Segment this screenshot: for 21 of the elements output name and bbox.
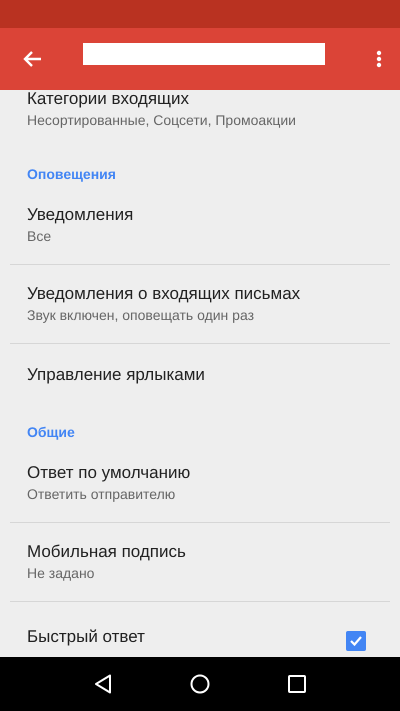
setting-value: Все xyxy=(27,227,52,246)
section-header: Общие xyxy=(26,423,76,442)
setting-title[interactable]: Ответ по умолчанию xyxy=(27,462,190,484)
setting-value: Не задано xyxy=(27,564,94,583)
recents-icon[interactable] xyxy=(288,675,306,693)
setting-title[interactable]: Категории входящих xyxy=(27,90,190,110)
setting-value: Звук включен, оповещать один раз xyxy=(27,306,254,325)
back-arrow-icon[interactable] xyxy=(22,50,42,68)
back-icon[interactable] xyxy=(94,674,112,694)
setting-title[interactable]: Уведомления xyxy=(27,204,134,226)
setting-title[interactable]: Быстрый ответ xyxy=(27,626,145,648)
more-options-icon[interactable] xyxy=(376,50,382,68)
section-header: Оповещения xyxy=(26,165,117,184)
setting-value: Несортированные, Соцсети, Промоакции xyxy=(27,111,296,130)
setting-title[interactable]: Управление ярлыками xyxy=(27,364,205,386)
setting-title[interactable]: Уведомления о входящих письмах xyxy=(27,283,300,305)
setting-value: Ответить отправителю xyxy=(27,485,176,504)
checkbox[interactable] xyxy=(346,631,366,651)
home-icon[interactable] xyxy=(190,674,210,694)
setting-title[interactable]: Мобильная подпись xyxy=(27,541,186,563)
check-icon xyxy=(349,634,363,648)
